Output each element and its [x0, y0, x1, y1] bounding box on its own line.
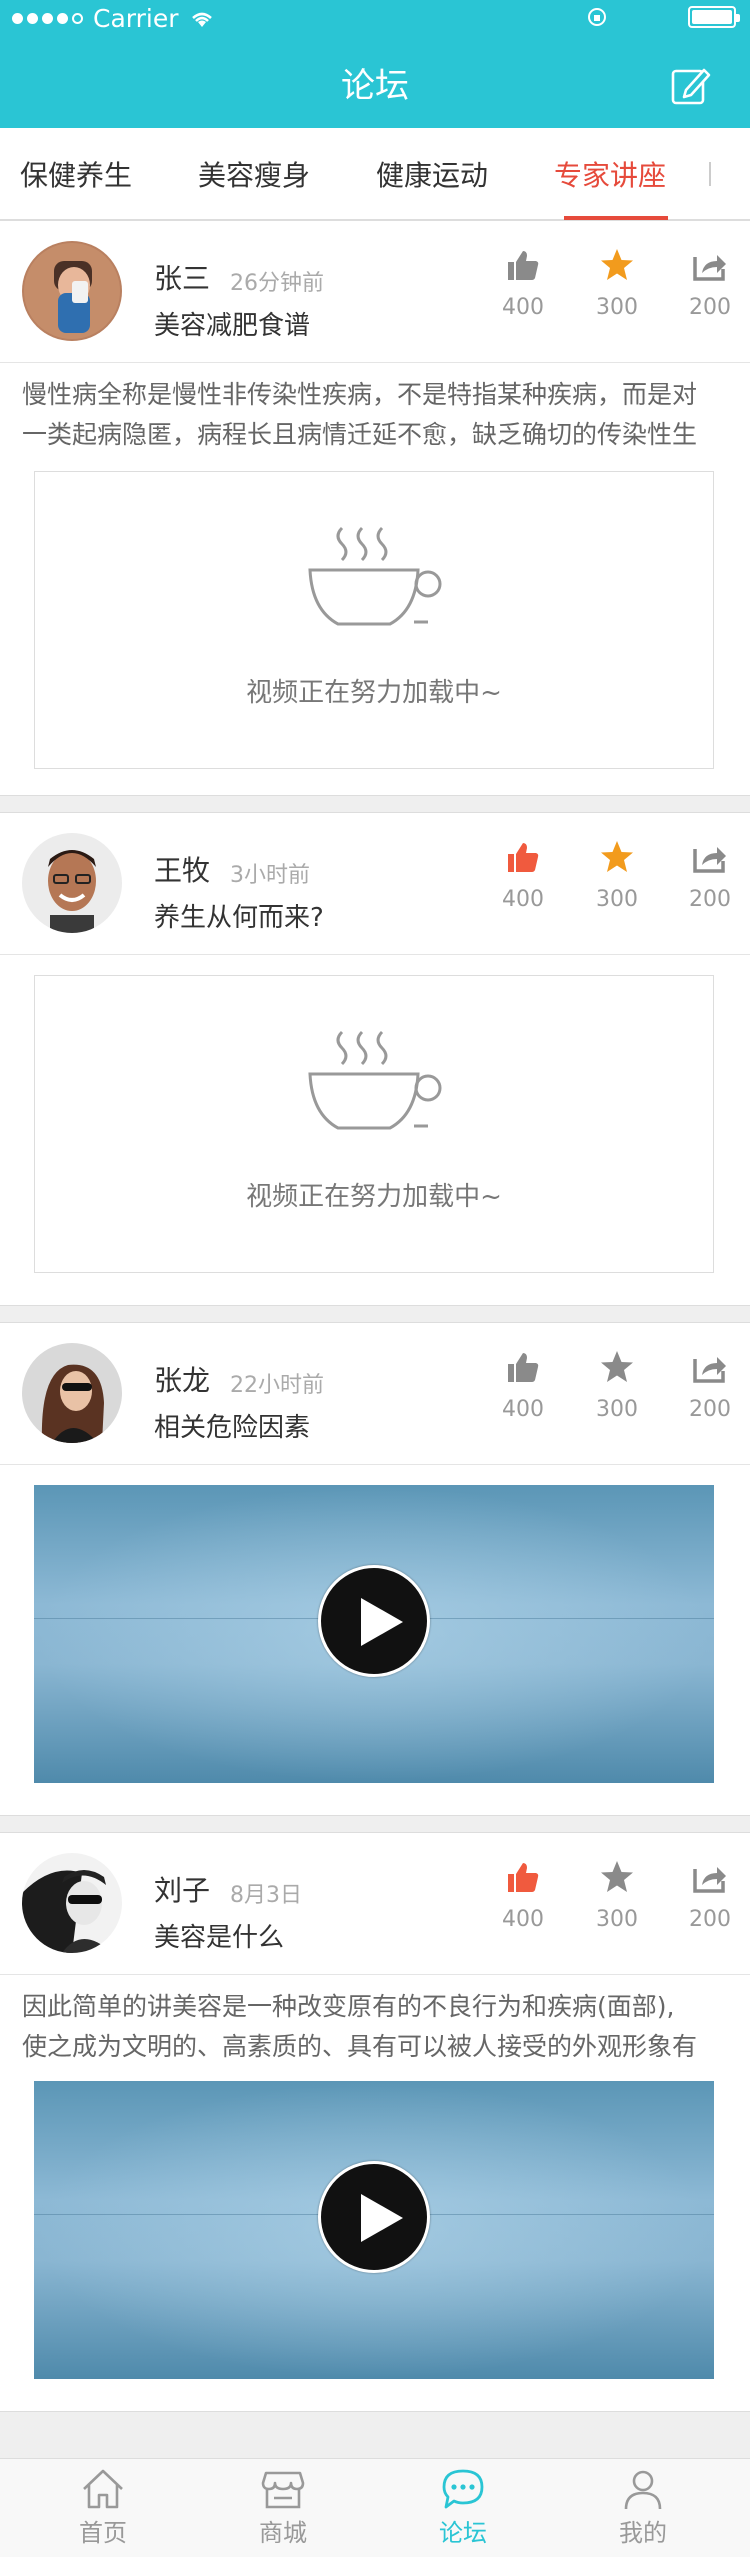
page-title: 论坛	[341, 66, 409, 106]
post-header: 张三 26分钟前 美容减肥食谱 400 300 200	[0, 221, 750, 363]
like-count: 400	[502, 1907, 544, 1932]
signal-strength-icon	[12, 13, 83, 24]
thumbs-up-icon	[508, 1863, 539, 1892]
favorite-button[interactable]: 300	[587, 1853, 647, 1932]
share-icon	[693, 255, 726, 281]
video-player[interactable]	[34, 1485, 714, 1783]
author-name[interactable]: 王牧	[154, 849, 210, 889]
share-button[interactable]: 200	[680, 1853, 740, 1932]
favorite-button[interactable]: 300	[587, 241, 647, 320]
tab-shop[interactable]: 商城	[223, 2467, 343, 2548]
post-time: 26分钟前	[230, 271, 324, 296]
share-button[interactable]: 200	[680, 833, 740, 912]
post-title[interactable]: 相关危险因素	[154, 1407, 310, 1444]
star-icon	[601, 1861, 633, 1892]
post-title[interactable]: 美容减肥食谱	[154, 305, 310, 342]
favorite-count: 300	[596, 295, 638, 320]
favorite-button[interactable]: 300	[587, 833, 647, 912]
like-count: 400	[502, 1397, 544, 1422]
tab-home[interactable]: 首页	[43, 2467, 163, 2548]
tab-forum[interactable]: 论坛	[403, 2467, 523, 2548]
share-count: 200	[689, 1907, 731, 1932]
share-icon	[693, 847, 726, 873]
avatar[interactable]	[22, 241, 122, 341]
author-name[interactable]: 张龙	[154, 1359, 210, 1399]
post-time: 3小时前	[230, 863, 310, 888]
user-icon	[624, 2470, 662, 2510]
favorite-count: 300	[596, 1397, 638, 1422]
thumbs-up-icon	[508, 251, 539, 280]
post-card[interactable]: 刘子 8月3日 美容是什么 400 300 200 因此简单的讲美容是一种改变原…	[0, 1832, 750, 2412]
play-button[interactable]	[318, 2161, 430, 2273]
wifi-icon	[191, 12, 212, 27]
post-excerpt[interactable]: 因此简单的讲美容是一种改变原有的不良行为和疾病(面部), 使之成为文明的、高素质…	[0, 1975, 750, 2071]
thumbs-up-icon	[508, 843, 539, 872]
coffee-cup-icon	[308, 526, 442, 626]
video-loading-placeholder[interactable]: 视频正在努力加载中~	[34, 975, 714, 1273]
thumbs-up-icon	[508, 1353, 539, 1382]
tab-health-care[interactable]: 保健养生	[20, 154, 132, 194]
share-button[interactable]: 200	[680, 241, 740, 320]
favorite-count: 300	[596, 1907, 638, 1932]
like-count: 400	[502, 295, 544, 320]
status-bar: Carrier	[0, 0, 750, 38]
like-button[interactable]: 400	[493, 833, 553, 912]
play-icon	[361, 2194, 403, 2242]
post-card[interactable]: 张三 26分钟前 美容减肥食谱 400 300 200 慢性病全称是慢性非传染性…	[0, 220, 750, 796]
coffee-cup-icon	[308, 1030, 442, 1130]
chat-icon	[442, 2469, 484, 2509]
post-excerpt[interactable]: 慢性病全称是慢性非传染性疾病，不是特指某种疾病，而是对 一类起病隐匿，病程长且病…	[0, 363, 750, 459]
author-name[interactable]: 刘子	[154, 1869, 210, 1909]
share-button[interactable]: 200	[680, 1343, 740, 1422]
video-player[interactable]	[34, 2081, 714, 2379]
loading-text: 视频正在努力加载中~	[246, 678, 502, 708]
tab-beauty-slimming[interactable]: 美容瘦身	[198, 154, 310, 194]
avatar[interactable]	[22, 1853, 122, 1953]
tab-divider	[709, 162, 711, 186]
post-header: 张龙 22小时前 相关危险因素 400 300 200	[0, 1323, 750, 1465]
star-icon	[601, 1351, 633, 1382]
star-icon	[601, 841, 633, 872]
share-count: 200	[689, 1397, 731, 1422]
post-card[interactable]: 王牧 3小时前 养生从何而来? 400 300 200 视频正在努力加载中~	[0, 812, 750, 1306]
tab-health-sports[interactable]: 健康运动	[376, 154, 488, 194]
like-button[interactable]: 400	[493, 1853, 553, 1932]
tab-profile[interactable]: 我的	[583, 2467, 703, 2548]
share-icon	[693, 1357, 726, 1383]
category-tabs: 保健养生 美容瘦身 健康运动 专家讲座	[0, 128, 750, 220]
share-icon	[693, 1867, 726, 1893]
author-name[interactable]: 张三	[154, 257, 210, 297]
post-title[interactable]: 养生从何而来?	[154, 897, 324, 934]
post-card[interactable]: 张龙 22小时前 相关危险因素 400 300 200	[0, 1322, 750, 1816]
post-title[interactable]: 美容是什么	[154, 1917, 284, 1954]
like-button[interactable]: 400	[493, 241, 553, 320]
tab-expert-lectures[interactable]: 专家讲座	[554, 154, 666, 194]
favorite-count: 300	[596, 887, 638, 912]
post-time: 8月3日	[230, 1883, 302, 1908]
loading-text: 视频正在努力加载中~	[246, 1182, 502, 1212]
play-button[interactable]	[318, 1565, 430, 1677]
edit-icon[interactable]	[670, 64, 712, 106]
avatar[interactable]	[22, 833, 122, 933]
post-time: 22小时前	[230, 1373, 324, 1398]
home-icon	[83, 2469, 123, 2509]
play-icon	[361, 1598, 403, 1646]
avatar[interactable]	[22, 1343, 122, 1443]
video-loading-placeholder[interactable]: 视频正在努力加载中~	[34, 471, 714, 769]
share-count: 200	[689, 295, 731, 320]
navigation-bar: Carrier 论坛	[0, 0, 750, 128]
like-button[interactable]: 400	[493, 1343, 553, 1422]
shop-icon	[261, 2471, 305, 2509]
share-count: 200	[689, 887, 731, 912]
battery-icon	[688, 6, 740, 28]
carrier-label: Carrier	[93, 4, 179, 33]
star-icon	[601, 249, 633, 280]
favorite-button[interactable]: 300	[587, 1343, 647, 1422]
like-count: 400	[502, 887, 544, 912]
post-header: 王牧 3小时前 养生从何而来? 400 300 200	[0, 813, 750, 955]
bottom-tab-bar: 首页 商城 论坛 我的	[0, 2458, 750, 2557]
rotation-lock-icon	[588, 8, 606, 26]
post-header: 刘子 8月3日 美容是什么 400 300 200	[0, 1833, 750, 1975]
